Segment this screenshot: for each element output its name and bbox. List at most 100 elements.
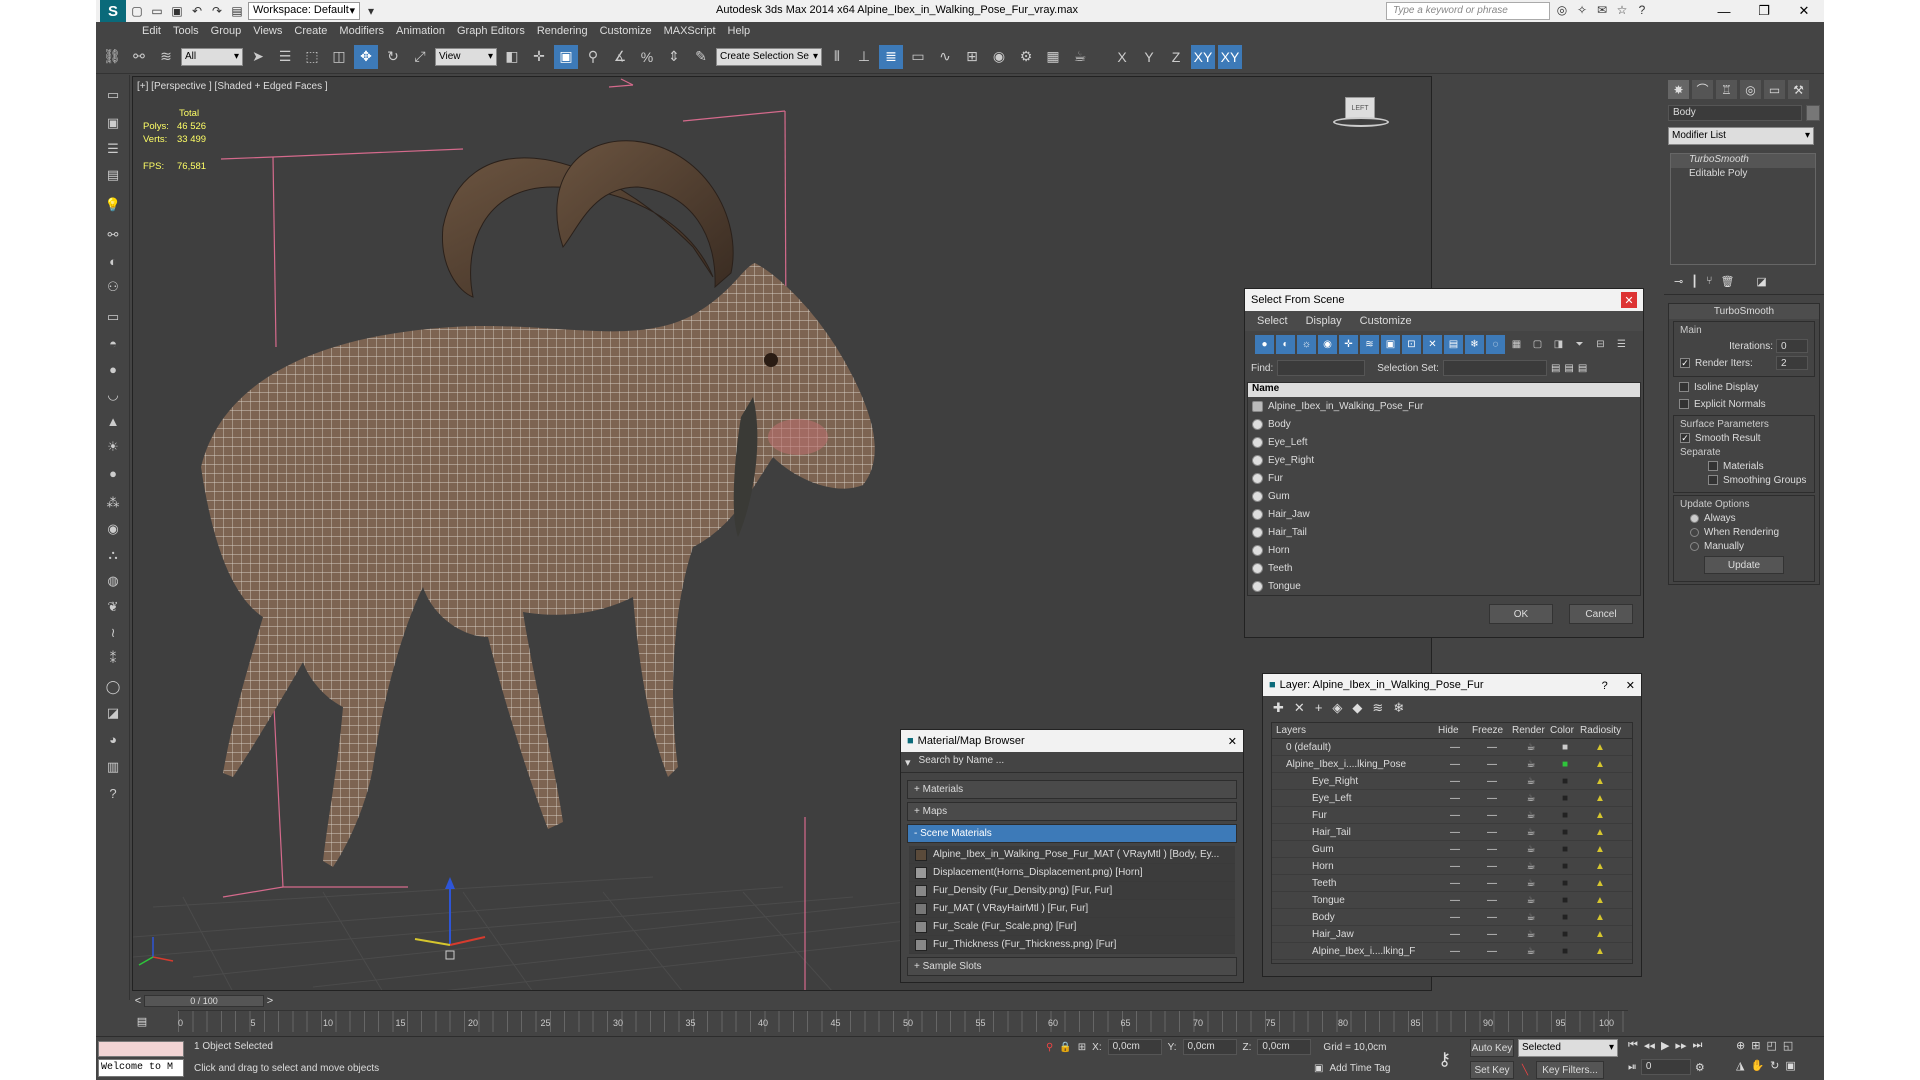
list-item[interactable]: Fur [1248,469,1640,487]
hide-toggle[interactable]: — [1438,776,1472,787]
isolate-icon[interactable]: ⚲ [1046,1042,1053,1053]
delete-layer-icon[interactable]: ✕ [1294,700,1305,716]
environment-icon[interactable]: ◕ [101,729,125,749]
menu-views[interactable]: Views [253,25,294,37]
stack-item-turbosmooth[interactable]: TurboSmooth [1671,154,1815,168]
menu-help[interactable]: Help [728,25,763,37]
col-freeze[interactable]: Freeze [1472,725,1512,736]
always-radio[interactable] [1690,513,1699,523]
snaps-toggle-icon[interactable]: ⚲ [581,45,605,69]
key-filters-button[interactable]: Key Filters... [1536,1061,1605,1079]
selset-icon-3[interactable]: ▤ [1578,363,1587,374]
filter-helpers-icon[interactable]: ✛ [1339,335,1358,354]
hide-toggle[interactable]: — [1438,827,1472,838]
render-teapot-icon[interactable]: ☕ [1512,759,1550,770]
auto-key-selection-dropdown[interactable]: Selected ▾ [1518,1039,1618,1057]
maps-section[interactable]: + Maps [907,802,1237,821]
next-frame-arrow-icon[interactable]: > [264,995,276,1007]
keyboard-shortcut-override-icon[interactable]: ▣ [554,44,578,69]
prev-frame-arrow-icon[interactable]: < [132,995,144,1007]
utilities-tab-icon[interactable]: ⚒ [1788,80,1809,99]
curve-editor-icon[interactable]: ∿ [933,45,957,69]
material-item[interactable]: Fur_MAT ( VRayHairMtl ) [Fur, Fur] [909,900,1235,918]
helper-icon[interactable]: ⛬ [101,545,125,565]
layer-color-swatch[interactable]: ■ [1550,759,1580,770]
people-icon[interactable]: ⚇ [101,277,125,297]
hemisphere-icon[interactable]: ◓ [101,333,125,353]
select-scale-icon[interactable]: ⤢ [408,45,432,69]
rendered-frame-window-icon[interactable]: ▦ [1041,45,1065,69]
key-mode-icon[interactable]: ⚷ [1438,1049,1451,1070]
render-teapot-icon[interactable]: ☕ [1512,827,1550,838]
render-teapot-icon[interactable]: ☕ [1512,742,1550,753]
new-file-icon[interactable]: ▢ [128,2,146,20]
list-item[interactable]: Hair_Tail [1248,523,1640,541]
hide-toggle[interactable]: — [1438,895,1472,906]
viewcube-compass-ring[interactable] [1333,117,1389,127]
communication-icon[interactable]: ✉ [1594,2,1610,18]
layer-row[interactable]: Eye_Left — — ☕ ■ ▲ [1272,790,1632,807]
time-tag-icon[interactable]: ▣ [1314,1063,1323,1074]
zoom-all-icon[interactable]: ⊞ [1751,1039,1760,1052]
find-input[interactable] [1277,360,1366,376]
time-config-icon[interactable]: ⚙ [1695,1061,1705,1074]
layer-row[interactable]: Horn — — ☕ ■ ▲ [1272,858,1632,875]
list-item[interactable]: Horn [1248,541,1640,559]
freeze-all-icon[interactable]: ❄ [1393,700,1404,716]
render-teapot-icon[interactable]: ☕ [1512,793,1550,804]
save-icon[interactable]: ▣ [168,2,186,20]
go-to-start-icon[interactable]: ⏮ [1628,1039,1638,1052]
track-bar-toggle-icon[interactable]: ▤ [132,1010,152,1032]
menu-tools[interactable]: Tools [173,25,211,37]
scene-materials-section[interactable]: - Scene Materials [907,824,1237,843]
layer-row[interactable]: Hair_Tail — — ☕ ■ ▲ [1272,824,1632,841]
when-rendering-radio[interactable] [1690,527,1699,537]
render-teapot-icon[interactable]: ☕ [1512,878,1550,889]
menu-graph-editors[interactable]: Graph Editors [457,25,537,37]
radiosity-icon[interactable]: ▲ [1580,878,1620,889]
layer-color-swatch[interactable]: ■ [1550,929,1580,940]
layer-row[interactable]: Tongue — — ☕ ■ ▲ [1272,892,1632,909]
material-editor-icon[interactable]: ◉ [987,45,1011,69]
layer-color-swatch[interactable]: ■ [1550,793,1580,804]
radiosity-icon[interactable]: ▲ [1580,929,1620,940]
bind-space-warp-icon[interactable]: ≋ [154,45,178,69]
axis-xy-cycle-button[interactable]: XY [1218,44,1242,69]
sample-slots-section[interactable]: + Sample Slots [907,957,1237,976]
radiosity-icon[interactable]: ▲ [1580,742,1620,753]
cone-icon[interactable]: ▲ [101,411,125,431]
freeze-toggle[interactable]: — [1472,844,1512,855]
angle-snap-icon[interactable]: ∡ [608,45,632,69]
hierarchy-tab-icon[interactable]: ♖ [1716,80,1737,99]
pan-icon[interactable]: ✋ [1750,1059,1764,1072]
render-teapot-icon[interactable]: ☕ [1512,861,1550,872]
z-coordinate-field[interactable]: 0,0cm [1257,1039,1312,1055]
filter-bones-icon[interactable]: ✕ [1423,335,1442,354]
select-by-name-icon[interactable]: ☰ [273,45,297,69]
browser-options-icon[interactable]: ▾ [905,756,911,769]
help-circle-icon[interactable]: ? [101,783,125,803]
modifier-list-dropdown[interactable]: Modifier List ▾ [1668,127,1814,145]
open-file-icon[interactable]: ▭ [148,2,166,20]
auto-key-button[interactable]: Auto Key [1470,1039,1514,1057]
selection-filter-dropdown[interactable]: All ▾ [181,47,243,66]
filter-hidden-icon[interactable]: ◌ [1486,335,1505,354]
binoculars-icon[interactable]: ◎ [1554,2,1570,18]
hide-all-icon[interactable]: ≋ [1372,700,1383,716]
update-button[interactable]: Update [1704,556,1784,574]
redo-icon[interactable]: ↷ [208,2,226,20]
options-icon[interactable]: ☰ [1612,335,1631,354]
lock-icon[interactable]: 🔒 [1059,1042,1071,1053]
filter-lights-icon[interactable]: ☼ [1297,335,1316,354]
freeze-toggle[interactable]: — [1472,810,1512,821]
sphere-icon[interactable]: ● [101,359,125,379]
hide-toggle[interactable]: — [1438,810,1472,821]
freeze-toggle[interactable]: — [1472,929,1512,940]
help-icon[interactable]: ? [1634,2,1650,18]
time-slider-thumb[interactable]: 0 / 100 [144,995,264,1007]
display-invert-icon[interactable]: ◨ [1549,335,1568,354]
app-logo-icon[interactable]: S [100,0,126,22]
project-folder-icon[interactable]: ▤ [228,2,246,20]
table-icon[interactable]: ▤ [101,165,125,185]
list-item[interactable]: Gum [1248,487,1640,505]
